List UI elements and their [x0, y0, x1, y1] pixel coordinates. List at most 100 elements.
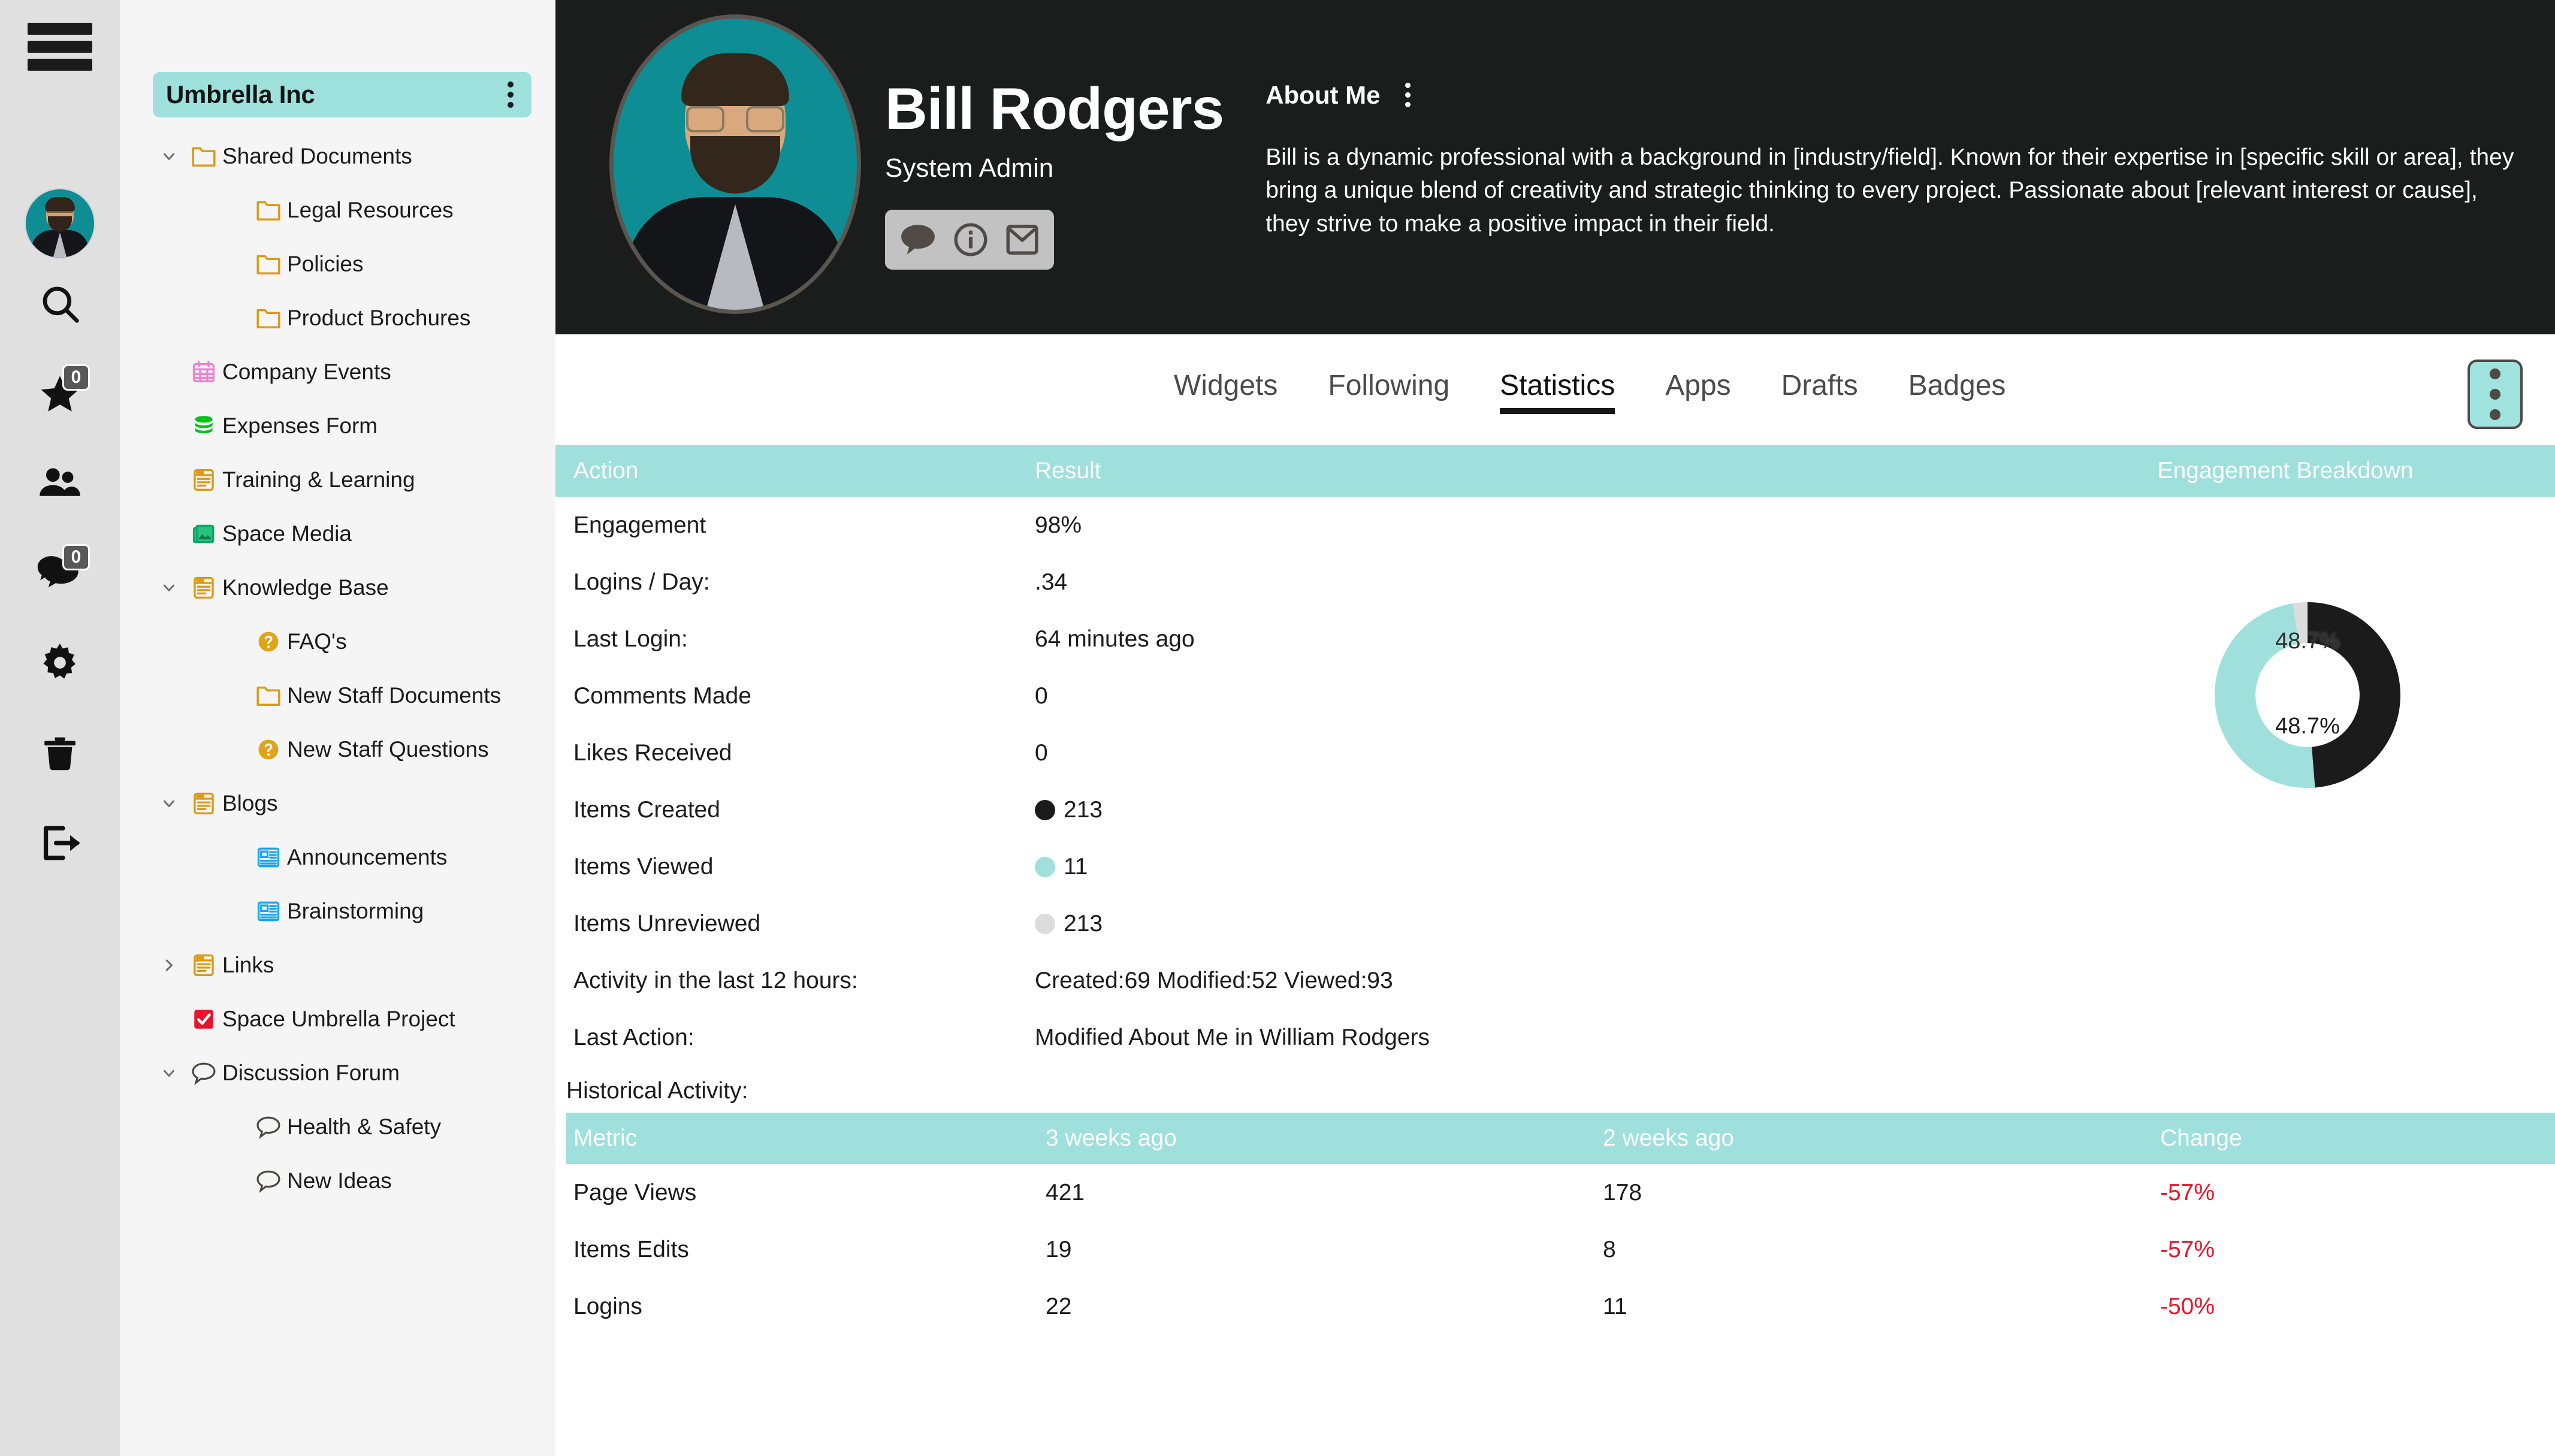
stats-action-cell: Last Action:: [573, 1024, 694, 1050]
task-icon: [185, 1007, 222, 1032]
stats-action-cell: Activity in the last 12 hours:: [573, 967, 858, 993]
stats-result-value: 64 minutes ago: [1035, 626, 1195, 652]
space-tree-sidebar: Umbrella Inc Shared Documents Legal Resou…: [120, 0, 555, 1456]
tree-item-expenses-form[interactable]: Expenses Form: [120, 399, 555, 453]
stats-action-cell: Logins / Day:: [573, 569, 710, 595]
space-title-bar[interactable]: Umbrella Inc: [153, 72, 531, 117]
tree-item-company-events[interactable]: Company Events: [120, 345, 555, 399]
rail-item-favorites[interactable]: 0: [0, 349, 120, 439]
tab-apps[interactable]: Apps: [1640, 369, 1756, 410]
stats-row: Items Created 213: [555, 781, 2555, 838]
rail-item-people[interactable]: [0, 439, 120, 528]
page-icon: [185, 467, 222, 493]
hist-metric-cell: Page Views: [573, 1179, 697, 1206]
profile-role: System Admin: [885, 153, 1054, 183]
mail-icon[interactable]: [1005, 221, 1040, 258]
tree-item-label: Announcements: [287, 845, 448, 869]
stats-result-value: 11: [1064, 853, 1088, 880]
news-icon: [250, 845, 287, 870]
hist-3weeks-cell: 421: [1046, 1179, 1085, 1206]
tab-drafts[interactable]: Drafts: [1756, 369, 1883, 410]
stats-result-value: .34: [1035, 569, 1068, 595]
hist-2weeks-cell: 178: [1603, 1179, 1642, 1206]
tab-widgets[interactable]: Widgets: [1149, 369, 1303, 410]
statistics-content: Action Result Engagement Breakdown Engag…: [555, 445, 2555, 1335]
stats-result-cell: .34: [1035, 569, 2555, 596]
tree-item-links[interactable]: Links: [120, 938, 555, 992]
tab-following[interactable]: Following: [1303, 369, 1475, 410]
space-menu-kebab-icon[interactable]: [504, 78, 517, 111]
hist-metric-cell: Logins: [573, 1293, 642, 1319]
rail-item-trash[interactable]: [0, 708, 120, 798]
tree-item-label: Brainstorming: [287, 899, 424, 923]
tree-item-new-staff-questions[interactable]: New Staff Questions: [120, 723, 555, 777]
question-icon: [250, 737, 287, 762]
chevron-down-icon[interactable]: [153, 795, 185, 812]
rail-avatar[interactable]: [25, 188, 95, 259]
rail-item-search[interactable]: [0, 259, 120, 349]
chevron-down-icon[interactable]: [153, 1064, 185, 1082]
tree-item-training-learning[interactable]: Training & Learning: [120, 453, 555, 507]
kebab-dot: [2490, 389, 2500, 400]
folder-icon: [250, 306, 287, 330]
tree-item-health-safety[interactable]: Health & Safety: [120, 1100, 555, 1154]
tree-item-faq-s[interactable]: FAQ's: [120, 615, 555, 669]
hist-3weeks-cell: 22: [1046, 1293, 1072, 1319]
chevron-right-icon[interactable]: [153, 956, 185, 974]
rail-item-logout[interactable]: [0, 798, 120, 888]
kebab-dot: [1405, 83, 1411, 88]
hist-2weeks-cell: 11: [1603, 1293, 1627, 1319]
about-me-menu-kebab-icon[interactable]: [1402, 79, 1414, 111]
historical-row: Items Edits 19 8 -57%: [566, 1221, 2555, 1278]
tree-item-label: Space Media: [222, 521, 352, 546]
stats-result-value: 213: [1064, 796, 1103, 823]
tree-item-legal-resources[interactable]: Legal Resources: [120, 183, 555, 237]
stats-action-cell: Comments Made: [573, 682, 751, 709]
search-icon: [38, 282, 82, 326]
historical-table-header: Metric 3 weeks ago 2 weeks ago Change: [566, 1113, 2555, 1164]
tree-item-product-brochures[interactable]: Product Brochures: [120, 291, 555, 345]
chevron-down-icon[interactable]: [153, 147, 185, 165]
tab-statistics[interactable]: Statistics: [1475, 369, 1640, 414]
tree-item-brainstorming[interactable]: Brainstorming: [120, 884, 555, 938]
menu-toggle-button[interactable]: [28, 23, 92, 71]
tree-item-label: Policies: [287, 252, 364, 276]
stats-col-action: Action: [573, 458, 639, 484]
rail-item-settings[interactable]: [0, 618, 120, 708]
stats-col-result: Result: [1035, 458, 1101, 484]
avatar-glasses: [686, 106, 784, 132]
tree-item-announcements[interactable]: Announcements: [120, 830, 555, 884]
chevron-down-icon[interactable]: [153, 579, 185, 597]
historical-row: Logins 22 11 -50%: [566, 1278, 2555, 1335]
tree-item-knowledge-base[interactable]: Knowledge Base: [120, 561, 555, 615]
tree-item-label: Knowledge Base: [222, 575, 389, 600]
stats-action-cell: Items Unreviewed: [573, 910, 761, 937]
about-me-block: About Me Bill is a dynamic professional …: [1266, 14, 2555, 240]
tree-item-label: Space Umbrella Project: [222, 1007, 455, 1031]
tree-item-blogs[interactable]: Blogs: [120, 777, 555, 830]
rail-item-messages[interactable]: 0: [0, 528, 120, 618]
legend-dot: [1035, 799, 1055, 820]
profile-avatar[interactable]: [609, 14, 861, 314]
tree-item-discussion-forum[interactable]: Discussion Forum: [120, 1046, 555, 1100]
space-title: Umbrella Inc: [166, 80, 315, 108]
tree-item-space-umbrella-project[interactable]: Space Umbrella Project: [120, 992, 555, 1046]
profile-tabs-row: Widgets Following Statistics Apps Drafts Badg…: [555, 334, 2555, 445]
tree-item-policies[interactable]: Policies: [120, 237, 555, 291]
tree-item-new-staff-documents[interactable]: New Staff Documents: [120, 669, 555, 723]
tree-item-label: Health & Safety: [287, 1114, 442, 1139]
tree-item-shared-documents[interactable]: Shared Documents: [120, 129, 555, 183]
kebab-dot: [508, 102, 514, 108]
stats-row: Items Viewed 11: [555, 838, 2555, 895]
donut-label-created: 48.7%: [2275, 629, 2340, 654]
tree-item-space-media[interactable]: Space Media: [120, 507, 555, 561]
tree-item-new-ideas[interactable]: New Ideas: [120, 1154, 555, 1208]
tab-overflow-menu-button[interactable]: [2468, 360, 2523, 429]
engagement-donut-chart: 48.7% 48.7%: [2215, 602, 2400, 788]
tree-item-label: Training & Learning: [222, 467, 415, 492]
avatar-hair: [681, 53, 789, 106]
tab-badges[interactable]: Badges: [1883, 369, 2031, 410]
info-icon[interactable]: [952, 221, 989, 258]
kebab-dot: [508, 81, 514, 87]
comment-icon[interactable]: [899, 222, 937, 257]
